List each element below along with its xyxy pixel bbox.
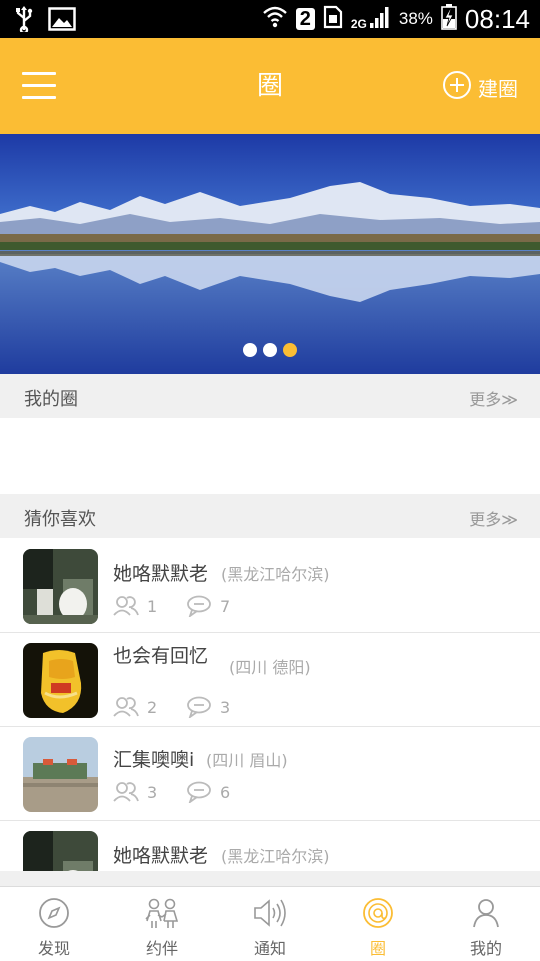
status-bar: 2 2G 38% 08:14: [0, 0, 540, 38]
tab-label: 发现: [37, 939, 70, 958]
tab-discover[interactable]: 发现: [0, 887, 108, 961]
member-count: 3: [113, 781, 157, 803]
members-icon: [113, 596, 139, 616]
gallery-icon: [48, 7, 76, 35]
battery-charging-icon: [441, 4, 457, 34]
recommended-more-link[interactable]: 更多≫: [469, 506, 518, 530]
comment-count: 6: [186, 781, 230, 803]
circle-thumbnail: [23, 737, 98, 812]
companions-icon: [145, 898, 179, 928]
network-type: 2G: [350, 17, 367, 31]
member-count: 2: [113, 696, 157, 718]
list-item[interactable]: 她咯默默老 (黑龙江哈尔滨): [0, 821, 540, 871]
carousel-dot[interactable]: [263, 343, 277, 357]
clock: 08:14: [464, 3, 530, 34]
carousel-dot-active[interactable]: [283, 343, 297, 357]
comment-count-value: 7: [220, 596, 231, 616]
comment-icon: [187, 781, 211, 803]
circle-location: (四川 德阳): [229, 658, 311, 677]
my-circles-list: [0, 418, 540, 494]
battery-percent: 38%: [398, 9, 433, 28]
banner-image: [0, 134, 540, 374]
comment-icon: [187, 595, 211, 617]
members-icon: [113, 782, 139, 802]
tab-label: 通知: [253, 939, 286, 958]
carousel-indicator: [243, 343, 297, 357]
tab-circle[interactable]: 圈: [324, 887, 432, 961]
circle-name: 也会有回忆: [113, 645, 209, 667]
circle-location: (四川 眉山): [206, 751, 288, 770]
bottom-tab-bar: 发现 约伴 通知 圈 我的: [0, 886, 540, 961]
comment-count: 7: [186, 595, 230, 617]
usb-icon: [14, 6, 34, 36]
comment-count-value: 3: [220, 697, 231, 717]
circle-name: 她咯默默老: [113, 563, 209, 585]
circle-thumbnail: [23, 643, 98, 718]
tab-companions[interactable]: 约伴: [108, 887, 216, 961]
profile-icon: [473, 899, 499, 928]
list-item[interactable]: 她咯默默老 (黑龙江哈尔滨) 1 7: [0, 539, 540, 633]
comment-count-value: 6: [220, 782, 231, 802]
tab-label: 我的: [469, 939, 502, 958]
list-item[interactable]: 也会有回忆 (四川 德阳) 2 3: [0, 633, 540, 727]
circle-thumbnail: [23, 831, 98, 871]
compass-icon: [39, 898, 69, 928]
sim-card-icon: [323, 5, 343, 33]
signal-icon: [369, 5, 391, 33]
circle-name: 汇集噢噢i: [113, 749, 195, 771]
my-circles-more-link[interactable]: 更多≫: [469, 386, 518, 410]
tab-label: 约伴: [145, 939, 178, 958]
list-bottom-spacer: [0, 871, 540, 886]
circle-location: (黑龙江哈尔滨): [221, 565, 330, 584]
banner-carousel[interactable]: [0, 134, 540, 374]
speaker-icon: [254, 899, 286, 927]
comment-count: 3: [186, 696, 230, 718]
tab-label: 圈: [369, 939, 386, 958]
wifi-icon: [262, 4, 288, 34]
list-item[interactable]: 汇集噢噢i (四川 眉山) 3 6: [0, 727, 540, 821]
members-icon: [113, 697, 139, 717]
my-circles-header: 我的圈 更多≫: [0, 374, 540, 418]
create-circle-label: 建圈: [478, 76, 518, 101]
my-circles-title: 我的圈: [24, 389, 78, 410]
app-header: 圈 建圈: [0, 38, 540, 134]
member-count: 1: [113, 595, 157, 617]
recommended-header: 猜你喜欢 更多≫: [0, 494, 540, 538]
circle-at-icon: [363, 898, 393, 928]
member-count-value: 1: [147, 596, 158, 616]
add-circle-icon: [442, 70, 472, 105]
sim-slot-badge: 2: [295, 8, 315, 30]
create-circle-button[interactable]: 建圈: [442, 70, 518, 105]
tab-notifications[interactable]: 通知: [216, 887, 324, 961]
carousel-dot[interactable]: [243, 343, 257, 357]
recommended-title: 猜你喜欢: [24, 509, 96, 530]
circle-thumbnail: [23, 549, 98, 624]
circle-location: (黑龙江哈尔滨): [221, 847, 330, 866]
circle-name: 她咯默默老: [113, 845, 209, 867]
member-count-value: 2: [147, 697, 158, 717]
member-count-value: 3: [147, 782, 158, 802]
comment-icon: [187, 696, 211, 718]
tab-profile[interactable]: 我的: [432, 887, 540, 961]
